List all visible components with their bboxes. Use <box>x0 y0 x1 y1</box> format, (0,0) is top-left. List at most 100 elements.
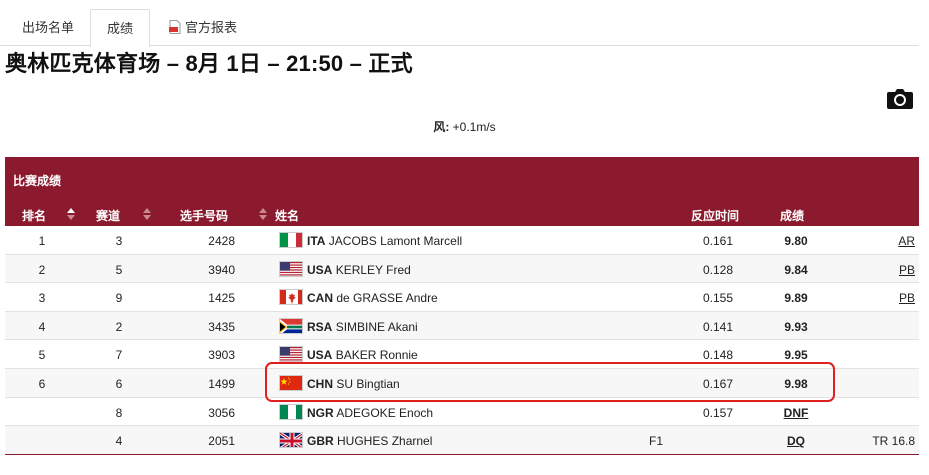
rank-cell: 1 <box>38 234 46 248</box>
bib-cell: 3903 <box>208 348 235 363</box>
results-table-body: 1 3 2428 ITA JACOBS Lamont Marcell 0.161 9.80… <box>5 226 919 455</box>
wind-value: +0.1m/s <box>452 120 496 134</box>
country-code: CHN <box>307 376 333 391</box>
athlete-name-cell[interactable]: NGR ADEGOKE Enoch <box>307 406 433 420</box>
athlete-name-cell[interactable]: CAN de GRASSE Andre <box>307 291 438 305</box>
col-lane[interactable]: 赛道 <box>96 207 120 224</box>
col-bib[interactable]: 选手号码 <box>180 207 228 224</box>
col-reaction: 反应时间 <box>691 209 740 223</box>
tab-official-report[interactable]: 官方报表 <box>158 9 248 46</box>
country-code: RSA <box>307 319 333 334</box>
sort-icon[interactable] <box>258 208 268 220</box>
table-row[interactable]: 4 2051 GBR HUGHES Zharnel F1 DQ TR 16.8 <box>5 426 919 455</box>
camera-icon[interactable] <box>886 87 914 111</box>
bib-cell: 3056 <box>208 405 235 420</box>
lane-cell: 5 <box>115 262 123 277</box>
result-cell: 9.80 <box>784 234 808 248</box>
athlete-name: SU Bingtian <box>336 376 400 391</box>
athlete-name: HUGHES Zharnel <box>337 434 433 449</box>
results-panel: 比赛成绩 排名 赛道 选手号码 姓名 反应时间 成绩 1 3 2428 ITA JAC… <box>5 157 919 455</box>
bib-cell: 3940 <box>208 262 235 277</box>
athlete-name-cell[interactable]: USA KERLEY Fred <box>307 263 411 277</box>
sort-icon[interactable] <box>142 208 152 220</box>
flag-rsa-icon <box>279 317 303 334</box>
tab-official-report-label: 官方报表 <box>184 20 237 35</box>
reaction-time-cell: 0.141 <box>702 319 733 334</box>
table-row[interactable]: 2 5 3940 USA KERLEY Fred 0.128 9.84 PB <box>5 254 919 284</box>
result-cell[interactable]: DNF <box>779 406 813 420</box>
bib-cell: 3435 <box>208 319 235 334</box>
panel-heading: 比赛成绩 <box>5 157 919 201</box>
bib-cell: 1425 <box>208 291 235 306</box>
country-code: USA <box>307 348 333 363</box>
lane-cell: 6 <box>115 376 123 391</box>
wind-label: 风: <box>433 120 450 134</box>
rank-cell: 3 <box>38 291 46 306</box>
result-cell: 9.95 <box>784 348 808 363</box>
reaction-time-cell: 0.148 <box>702 348 733 363</box>
rank-cell: 4 <box>38 319 46 334</box>
athlete-name: de GRASSE Andre <box>336 291 438 306</box>
athlete-name: BAKER Ronnie <box>335 348 418 363</box>
wind-reading: 风: +0.1m/s <box>0 118 929 135</box>
col-rank[interactable]: 排名 <box>22 207 46 224</box>
result-cell[interactable]: DQ <box>779 434 813 448</box>
athlete-name: KERLEY Fred <box>335 262 411 277</box>
pdf-icon <box>168 20 181 34</box>
country-code: CAN <box>307 291 333 306</box>
reaction-time-cell: 0.157 <box>702 405 733 420</box>
result-cell: 9.93 <box>784 319 808 334</box>
page-title: 奥林匹克体育场 – 8月 1日 – 21:50 – 正式 <box>5 51 413 76</box>
lane-cell: 3 <box>115 234 123 248</box>
result-cell: 9.84 <box>784 262 808 277</box>
table-row[interactable]: 3 9 1425 CAN de GRASSE Andre 0.155 9.89 PB <box>5 283 919 312</box>
flag-usa-icon <box>279 260 303 277</box>
record-cell: TR 16.8 <box>872 434 915 449</box>
country-code: ITA <box>307 234 326 248</box>
rank-cell: 6 <box>38 376 46 391</box>
lane-cell: 8 <box>115 405 123 420</box>
bib-cell: 2051 <box>208 434 235 449</box>
flag-gbr-icon <box>279 432 303 449</box>
flag-can-icon <box>279 289 303 306</box>
tab-startlist[interactable]: 出场名单 <box>8 9 88 46</box>
column-header-row: 排名 赛道 选手号码 姓名 反应时间 成绩 <box>5 201 919 226</box>
sort-asc-icon[interactable] <box>66 208 76 220</box>
record-cell[interactable]: AR <box>898 234 915 248</box>
table-row[interactable]: 1 3 2428 ITA JACOBS Lamont Marcell 0.161 9.80… <box>5 226 919 255</box>
tab-bar: 出场名单 成绩 官方报表 <box>0 9 919 47</box>
record-cell[interactable]: PB <box>899 291 915 305</box>
record-cell[interactable]: PB <box>899 263 915 277</box>
athlete-name-cell[interactable]: RSA SIMBINE Akani <box>307 320 418 334</box>
country-code: GBR <box>307 434 334 449</box>
flag-ngr-icon <box>279 403 303 420</box>
bib-cell: 2428 <box>208 234 235 248</box>
lane-cell: 4 <box>115 434 123 449</box>
reaction-time-cell: 0.128 <box>702 262 733 277</box>
false-start-cell: F1 <box>649 434 664 449</box>
reaction-time-cell: 0.155 <box>702 291 733 306</box>
col-name: 姓名 <box>275 209 300 223</box>
table-row[interactable]: 5 7 3903 USA BAKER Ronnie 0.148 9.95 <box>5 340 919 369</box>
athlete-name: SIMBINE Akani <box>335 319 418 334</box>
flag-usa-icon <box>279 346 303 363</box>
result-cell: 9.89 <box>784 291 808 306</box>
table-row[interactable]: 4 2 3435 RSA SIMBINE Akani 0.141 9.93 <box>5 311 919 341</box>
table-row[interactable]: 6 6 1499 CHN SU Bingtian 0.167 9.98 <box>5 368 919 398</box>
athlete-name: ADEGOKE Enoch <box>336 405 434 420</box>
flag-chn-icon <box>279 374 303 391</box>
athlete-name: JACOBS Lamont Marcell <box>328 234 463 248</box>
rank-cell: 2 <box>38 262 46 277</box>
athlete-name-cell[interactable]: ITA JACOBS Lamont Marcell <box>307 234 462 248</box>
lane-cell: 9 <box>115 291 123 306</box>
bib-cell: 1499 <box>208 376 235 391</box>
result-cell: 9.98 <box>784 376 808 391</box>
athlete-name-cell[interactable]: GBR HUGHES Zharnel <box>307 434 432 448</box>
col-result: 成绩 <box>780 209 805 223</box>
rank-cell: 5 <box>38 348 46 363</box>
tab-results[interactable]: 成绩 <box>90 9 150 47</box>
athlete-name-cell[interactable]: CHN SU Bingtian <box>307 377 400 391</box>
flag-ita-icon <box>279 232 303 248</box>
athlete-name-cell[interactable]: USA BAKER Ronnie <box>307 348 418 362</box>
table-row[interactable]: 8 3056 NGR ADEGOKE Enoch 0.157 DNF <box>5 397 919 427</box>
